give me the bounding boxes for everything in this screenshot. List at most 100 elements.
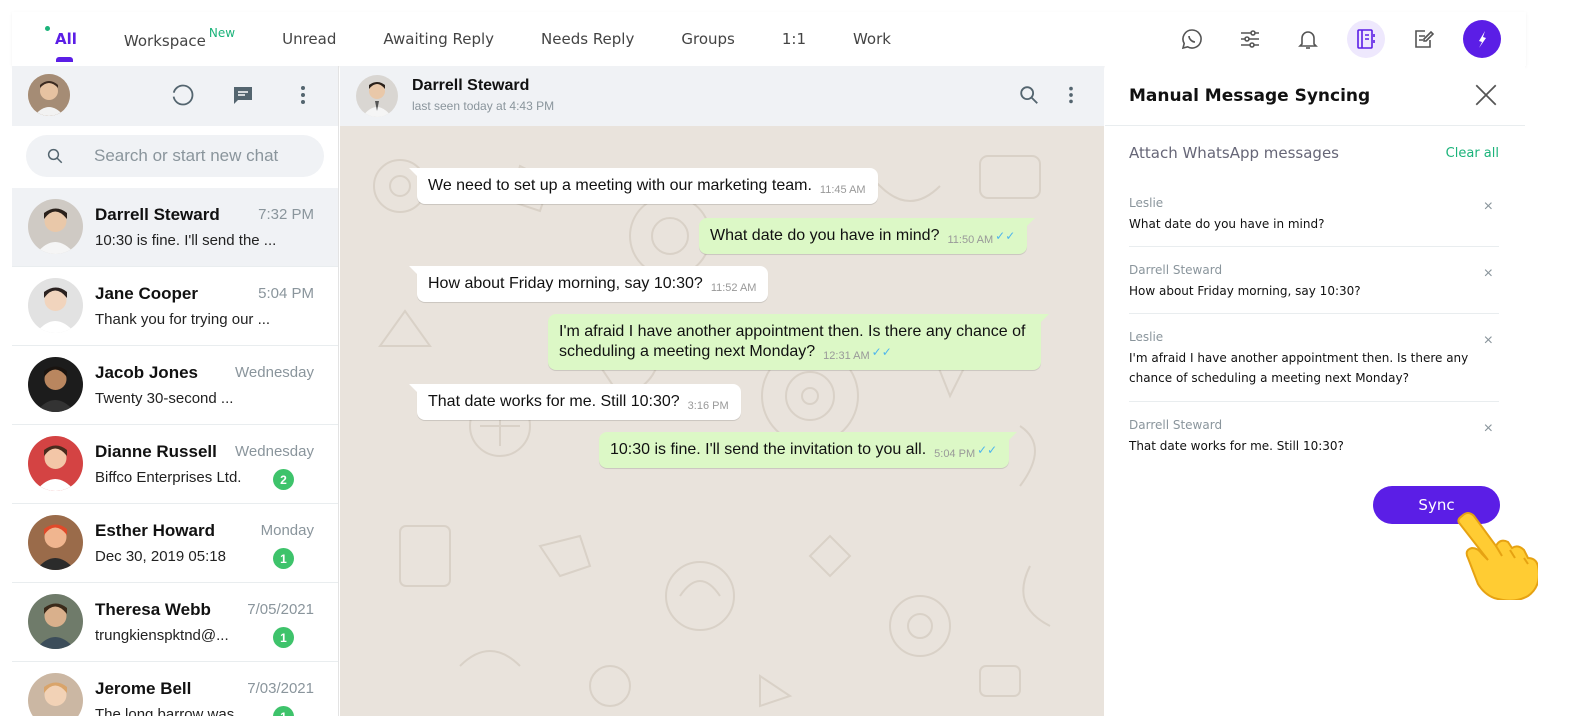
chat-list-header bbox=[12, 66, 338, 126]
message-bubble-incoming[interactable]: How about Friday morning, say 10:30? 11:5… bbox=[408, 266, 769, 302]
sync-panel-header: Manual Message Syncing bbox=[1105, 66, 1525, 126]
sync-item-sender: Leslie bbox=[1129, 330, 1164, 344]
search-input[interactable] bbox=[94, 146, 314, 166]
contact-avatar[interactable] bbox=[356, 75, 398, 117]
search-icon bbox=[47, 148, 63, 164]
avatar bbox=[28, 594, 83, 649]
close-icon[interactable] bbox=[1473, 82, 1499, 108]
message-time: 11:52 AM bbox=[710, 282, 757, 294]
chat-preview: Thank you for trying our ... bbox=[95, 311, 271, 328]
notes-icon[interactable] bbox=[1405, 20, 1443, 58]
message-text: That date works for me. Still 10:30? bbox=[428, 393, 680, 410]
tab-needs-reply[interactable]: Needs Reply bbox=[541, 30, 634, 48]
chat-time: Wednesday bbox=[235, 443, 314, 460]
new-chat-icon[interactable] bbox=[230, 82, 256, 108]
message-text: What date do you have in mind? bbox=[710, 227, 940, 244]
tab-unread[interactable]: Unread bbox=[282, 30, 336, 48]
chat-preview: trungkienspktnd@... bbox=[95, 627, 229, 644]
message-text: How about Friday morning, say 10:30? bbox=[428, 275, 703, 292]
unread-badge: 1 bbox=[273, 548, 294, 569]
sliders-icon[interactable] bbox=[1231, 20, 1269, 58]
chat-time: Wednesday bbox=[235, 364, 314, 381]
status-icon[interactable] bbox=[170, 82, 196, 108]
avatar bbox=[28, 436, 83, 491]
chat-list-item[interactable]: Darrell Steward 7:32 PM 10:30 is fine. I'l… bbox=[12, 188, 338, 267]
remove-item-icon[interactable]: × bbox=[1484, 198, 1493, 216]
bell-icon[interactable] bbox=[1289, 20, 1327, 58]
chat-name: Jerome Bell bbox=[95, 679, 192, 698]
message-time: 5:04 PM bbox=[934, 448, 976, 460]
chat-list-item[interactable]: Jane Cooper 5:04 PM Thank you for trying o… bbox=[12, 267, 338, 346]
message-bubble-outgoing[interactable]: 10:30 is fine. I'll send the invitation … bbox=[599, 432, 1018, 468]
message-bubble-outgoing[interactable]: I'm afraid I have another appointment th… bbox=[548, 314, 1049, 370]
avatar bbox=[28, 673, 83, 716]
tab-groups[interactable]: Groups bbox=[681, 30, 734, 48]
chat-time: 5:04 PM bbox=[258, 285, 314, 302]
unread-badge: 1 bbox=[273, 706, 294, 716]
avatar bbox=[28, 199, 83, 254]
tab-all[interactable]: All bbox=[45, 26, 77, 62]
chat-list-item[interactable]: Dianne Russell Wednesday Biffco Enterprise… bbox=[12, 425, 338, 504]
message-bubble-incoming[interactable]: We need to set up a meeting with our mar… bbox=[409, 168, 878, 204]
search-wrap bbox=[12, 126, 338, 188]
tab-label: All bbox=[55, 30, 77, 48]
last-seen-status: last seen today at 4:43 PM bbox=[412, 99, 555, 113]
chat-time: 7/05/2021 bbox=[247, 601, 314, 618]
tab-awaiting-reply[interactable]: Awaiting Reply bbox=[383, 30, 494, 48]
conversation-actions bbox=[998, 84, 1082, 106]
sync-item: Darrell Steward That date works for me. … bbox=[1129, 418, 1499, 458]
my-avatar[interactable] bbox=[28, 74, 70, 116]
tab-one-on-one[interactable]: 1:1 bbox=[782, 30, 806, 48]
contacts-icon[interactable] bbox=[1347, 20, 1385, 58]
search-icon[interactable] bbox=[1018, 84, 1040, 106]
menu-icon[interactable] bbox=[1060, 84, 1082, 106]
chat-name: Theresa Webb bbox=[95, 600, 211, 619]
new-badge: New bbox=[208, 25, 236, 40]
message-bubble-outgoing[interactable]: What date do you have in mind? 11:50 AM ✓✓ bbox=[699, 218, 1036, 254]
chat-list: Darrell Steward 7:32 PM 10:30 is fine. I'l… bbox=[12, 188, 338, 716]
chat-list-item[interactable]: Jacob Jones Wednesday Twenty 30-second ... bbox=[12, 346, 338, 425]
chat-time: Monday bbox=[260, 522, 314, 539]
read-ticks-icon: ✓✓ bbox=[995, 229, 1016, 243]
remove-item-icon[interactable]: × bbox=[1484, 265, 1493, 283]
message-time: 3:16 PM bbox=[687, 400, 729, 412]
sync-item-text: What date do you have in mind? bbox=[1129, 217, 1325, 231]
clear-all-link[interactable]: Clear all bbox=[1446, 146, 1499, 161]
tab-label: Unread bbox=[282, 30, 337, 48]
message-bubble-incoming[interactable]: That date works for me. Still 10:30? 3:16… bbox=[409, 384, 741, 420]
attach-label: Attach WhatsApp messages bbox=[1129, 144, 1339, 162]
sync-item-sender: Darrell Steward bbox=[1129, 263, 1223, 277]
tab-label: Needs Reply bbox=[541, 30, 635, 48]
tab-work[interactable]: Work bbox=[853, 30, 891, 48]
new-dot bbox=[45, 26, 50, 31]
menu-icon[interactable] bbox=[290, 82, 316, 108]
message-text: 10:30 is fine. I'll send the invitation … bbox=[610, 441, 927, 458]
header-actions bbox=[136, 82, 316, 108]
remove-item-icon[interactable]: × bbox=[1484, 420, 1493, 438]
chat-time: 7:32 PM bbox=[258, 206, 314, 223]
chat-preview: Twenty 30-second ... bbox=[95, 390, 234, 407]
chat-name: Jane Cooper bbox=[95, 284, 198, 303]
chat-list-item[interactable]: Jerome Bell 7/03/2021 The long barrow was … bbox=[12, 662, 338, 716]
chat-list-item[interactable]: Theresa Webb 7/05/2021 trungkienspktnd@...… bbox=[12, 583, 338, 662]
tab-label: Groups bbox=[681, 30, 735, 48]
sync-item-text: That date works for me. Still 10:30? bbox=[1129, 439, 1344, 453]
tab-label: Awaiting Reply bbox=[383, 30, 495, 48]
message-time: 11:50 AM bbox=[947, 234, 994, 246]
brand-logo-icon[interactable] bbox=[1463, 20, 1501, 58]
message-text: We need to set up a meeting with our mar… bbox=[428, 177, 812, 194]
whatsapp-icon[interactable] bbox=[1173, 20, 1211, 58]
chat-list-item[interactable]: Esther Howard Monday Dec 30, 2019 05:18 1 bbox=[12, 504, 338, 583]
avatar bbox=[28, 515, 83, 570]
sync-item-sender: Darrell Steward bbox=[1129, 418, 1223, 432]
sync-item: Darrell Steward How about Friday morning… bbox=[1129, 263, 1499, 314]
tab-label: Workspace bbox=[123, 31, 206, 50]
pointing-hand-icon bbox=[1457, 512, 1538, 600]
contact-name: Darrell Steward bbox=[412, 77, 530, 94]
tab-workspace[interactable]: Workspace New bbox=[123, 25, 236, 50]
sync-panel: Manual Message Syncing Attach WhatsApp m… bbox=[1105, 66, 1525, 716]
chat-list-panel: Darrell Steward 7:32 PM 10:30 is fine. I'l… bbox=[12, 66, 339, 716]
remove-item-icon[interactable]: × bbox=[1484, 332, 1493, 350]
chat-preview: Biffco Enterprises Ltd. bbox=[95, 469, 242, 486]
active-underline bbox=[56, 57, 73, 62]
